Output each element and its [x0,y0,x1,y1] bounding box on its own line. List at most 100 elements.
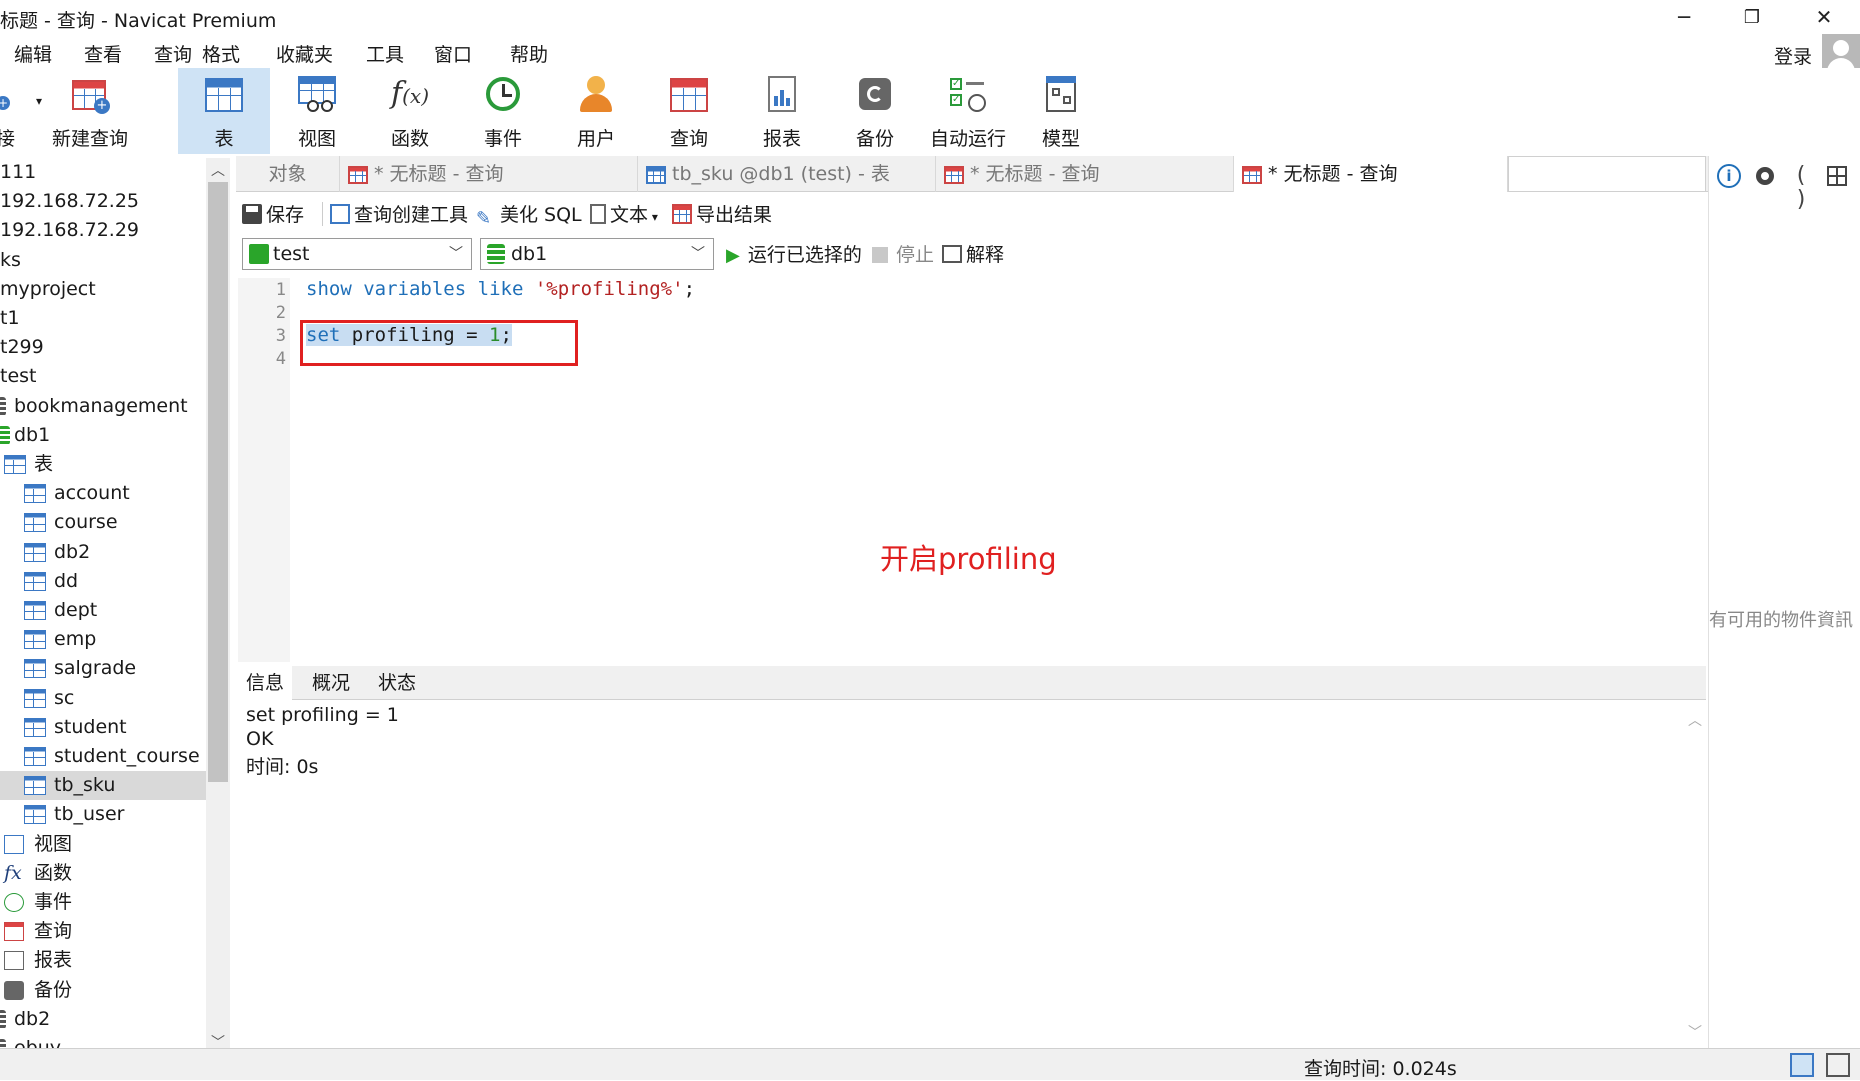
tree-item[interactable]: db2 [0,538,206,567]
menu-window[interactable]: 窗口 [434,40,472,67]
beautify-sql-button[interactable]: ✎ 美化 SQL [476,200,582,229]
toolbar-model-button[interactable]: 模型 [1015,68,1107,154]
tree-item[interactable]: t1 [0,304,206,333]
scroll-up-icon[interactable]: ︿ [1688,710,1702,730]
explain-button[interactable]: 解释 [942,240,1004,267]
tree-item[interactable]: dept [0,596,206,625]
toolbar-event-button[interactable]: 事件 [457,68,549,154]
tree-item[interactable]: bookmanagement [0,392,206,421]
tree-item[interactable]: account [0,479,206,508]
tree-item[interactable]: student_course [0,742,206,771]
tree-item[interactable]: db1 [0,421,206,450]
run-selected-label: 运行已选择的 [747,244,862,266]
user-icon [576,74,616,114]
tab-label: * 无标题 - 查询 [970,163,1100,185]
new-query-icon: + [70,74,110,114]
toolbar-view-button[interactable]: 视图 [271,68,363,154]
save-button[interactable]: 保存 [242,200,304,227]
tree-item[interactable]: 事件 [0,888,206,917]
minimize-button[interactable]: ─ [1654,0,1714,34]
menu-query[interactable]: 查询 [154,40,192,67]
avatar[interactable] [1822,34,1860,72]
toggle-right-panel-icon[interactable] [1826,1053,1850,1077]
toolbar-new-query-button[interactable]: + 新建查询 [44,68,136,154]
tab-untitled-query-1[interactable]: * 无标题 - 查询 [340,156,638,192]
tab-untitled-query-active[interactable]: * 无标题 - 查询 [1234,156,1508,192]
connection-select[interactable]: test ﹀ [242,238,472,270]
tree-item[interactable]: sc [0,684,206,713]
text-button[interactable]: 文本 ▾ [590,200,658,227]
tree-item[interactable]: 报表 [0,946,206,975]
close-button[interactable]: ✕ [1794,0,1854,34]
menu-help[interactable]: 帮助 [510,40,548,67]
ddl-icon[interactable]: ( ) [1789,164,1813,212]
scroll-down-icon[interactable]: ﹀ [1688,1022,1702,1042]
tree-item[interactable]: 视图 [0,830,206,859]
query-builder-icon [330,204,350,224]
tree-item[interactable]: 备份 [0,976,206,1005]
menu-view[interactable]: 查看 [84,40,122,67]
tab-info[interactable]: 信息 [238,666,293,700]
object-search-input[interactable] [1508,156,1706,192]
toolbar-query-button[interactable]: 查询 [643,68,735,154]
tree-item[interactable]: db2 [0,1005,206,1034]
tab-label: * 无标题 - 查询 [1268,163,1398,185]
tab-objects[interactable]: 对象 [236,156,340,192]
tree-item[interactable]: test [0,362,206,391]
scroll-up-icon[interactable]: ︿ [210,160,226,179]
stop-button[interactable]: 停止 [872,240,934,267]
toolbar-user-button[interactable]: 用户 [550,68,642,154]
menu-edit[interactable]: 编辑 [14,40,52,67]
menu-tools[interactable]: 工具 [366,40,404,67]
menu-bar: 编辑 查看 查询 格式 收藏夹 工具 窗口 帮助 [0,36,1860,66]
tree-item[interactable]: myproject [0,275,206,304]
main-toolbar: + 接 ▾ + 新建查询 表 视图 f(x) 函数 事件 用户 查询 报表 备份… [0,68,1860,154]
database-icon [0,396,6,416]
toolbar-table-button[interactable]: 表 [178,68,270,154]
toggle-left-panel-icon[interactable] [1790,1053,1814,1077]
tree-item[interactable]: fx 函数 [0,859,206,888]
sidebar-scrollbar[interactable]: ︿ ﹀ [206,158,230,1052]
dropdown-arrow-icon[interactable]: ▾ [36,94,42,108]
login-link[interactable]: 登录 [1774,42,1812,69]
layout-icon[interactable] [1825,164,1849,188]
tree-item[interactable]: t299 [0,333,206,362]
tree-item[interactable]: course [0,508,206,537]
export-results-button[interactable]: 导出结果 [672,200,772,227]
tree-item[interactable]: tb_sku [0,771,206,801]
stop-label: 停止 [896,244,935,266]
toolbar-label: 新建查询 [51,128,128,150]
menu-favorites[interactable]: 收藏夹 [276,40,333,67]
tree-item[interactable]: dd [0,567,206,596]
restore-button[interactable]: ❐ [1722,0,1782,34]
run-selected-button[interactable]: ▶ 运行已选择的 [726,240,862,267]
menu-format[interactable]: 格式 [202,40,240,67]
query-builder-button[interactable]: 查询创建工具 [330,200,468,227]
tree-item[interactable]: ks [0,246,206,275]
tab-untitled-query-2[interactable]: * 无标题 - 查询 [936,156,1234,192]
tree-item[interactable]: tb_user [0,800,206,829]
tree-item[interactable]: salgrade [0,654,206,683]
toolbar-backup-button[interactable]: 备份 [829,68,921,154]
info-icon[interactable]: i [1717,164,1741,188]
toolbar-report-button[interactable]: 报表 [736,68,828,154]
tree-item[interactable]: 192.168.72.25 [0,187,206,216]
tree-item[interactable]: 查询 [0,917,206,946]
tree-item-label: bookmanagement [14,394,188,417]
tab-status[interactable]: 状态 [370,666,424,700]
tab-profile[interactable]: 概况 [304,666,358,700]
chevron-down-icon: ﹀ [691,246,705,262]
preview-icon[interactable] [1753,164,1777,188]
tree-item[interactable]: 192.168.72.29 [0,216,206,245]
toolbar-function-button[interactable]: f(x) 函数 [364,68,456,154]
tree-item[interactable]: 111 [0,158,206,187]
tree-item[interactable]: student [0,713,206,742]
scrollbar-thumb[interactable] [208,182,228,782]
toolbar-automation-button[interactable]: ✓ ✓ 自动运行 [922,68,1014,154]
database-select[interactable]: db1 ﹀ [480,238,714,270]
tree-item[interactable]: 表 [0,450,206,479]
toolbar-connection-button[interactable]: + 接 [0,68,32,154]
tab-tb-sku-table[interactable]: tb_sku @db1 (test) - 表 [638,156,936,192]
tree-item[interactable]: emp [0,625,206,654]
output-scrollbar[interactable]: ︿ ﹀ [1684,702,1706,1044]
